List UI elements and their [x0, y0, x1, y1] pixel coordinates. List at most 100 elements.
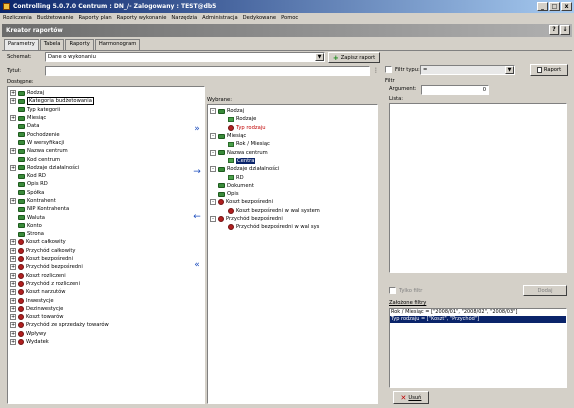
tree-node[interactable]: + Kontrahent	[10, 197, 109, 205]
expand-icon[interactable]: +	[10, 339, 16, 346]
tree-node[interactable]: - Rodzaje działalności	[210, 165, 320, 173]
schemat-select[interactable]: Dane o wykonaniu ▼	[45, 52, 325, 62]
ellipsis-icon[interactable]: ⋮	[373, 67, 379, 74]
add-all-button[interactable]: »	[190, 122, 204, 136]
filter-row[interactable]: Typ rodzaju = ["Koszt", "Przychód"]	[390, 316, 566, 323]
applied-filters-list[interactable]: Rok / Miesiąc = ["2008/01", "2008/02", "…	[389, 308, 567, 388]
expand-icon[interactable]: +	[10, 330, 16, 337]
tree-node[interactable]: Data	[10, 122, 109, 130]
tree-node[interactable]: Centra	[210, 157, 320, 165]
expand-icon[interactable]: +	[10, 90, 16, 97]
menu-pomoc[interactable]: Pomoc	[281, 15, 298, 21]
collapse-icon[interactable]: -	[210, 149, 216, 156]
menu-dedykowane[interactable]: Dedykowane	[243, 15, 276, 21]
tree-node[interactable]: Przychód bezpośredni w wal sys	[210, 223, 320, 231]
tree-node[interactable]: - Koszt bezpośredni	[210, 198, 320, 206]
add-button[interactable]: →	[190, 165, 204, 179]
tree-node[interactable]: Konto	[10, 222, 109, 230]
tree-node[interactable]: + Przychód ze sprzedaży towarów	[10, 321, 109, 329]
tab-raporty[interactable]: Raporty	[65, 39, 94, 50]
tree-node[interactable]: - Nazwa centrum	[210, 148, 320, 156]
tree-node[interactable]: Kod RD	[10, 172, 109, 180]
filter-type-select[interactable]: = ▼	[420, 65, 515, 75]
expand-icon[interactable]: +	[10, 256, 16, 263]
lista-box[interactable]	[389, 103, 567, 273]
tree-node[interactable]: Waluta	[10, 213, 109, 221]
tytul-input[interactable]	[45, 66, 370, 76]
collapse-icon[interactable]: -	[210, 216, 216, 222]
tree-node[interactable]: + Koszt narzutów	[10, 288, 109, 296]
tree-node[interactable]: Koszt bezpośredni w wal system	[210, 207, 320, 215]
tree-node[interactable]: + Przychód z rozliczeni	[10, 280, 109, 288]
expand-icon[interactable]: +	[10, 297, 16, 304]
tree-node[interactable]: - Rodzaj	[210, 107, 320, 115]
expand-icon[interactable]: +	[10, 305, 16, 312]
expand-icon[interactable]: +	[10, 198, 16, 204]
expand-icon[interactable]: +	[10, 280, 16, 287]
help-button[interactable]: ?	[549, 25, 559, 35]
tree-node[interactable]: + Wpływy	[10, 330, 109, 338]
collapse-icon[interactable]: -	[210, 199, 216, 206]
tree-node[interactable]: + Wydatek	[10, 338, 109, 346]
menu-narzedzia[interactable]: Narzędzia	[171, 15, 197, 21]
remove-button[interactable]: ←	[190, 210, 204, 224]
tree-node[interactable]: Pochodzenie	[10, 130, 109, 138]
minimize-button[interactable]: _	[537, 2, 548, 11]
tree-node[interactable]: Rok / Miesiąc	[210, 140, 320, 148]
pin-button[interactable]: ↓	[560, 25, 570, 35]
filter-only-checkbox[interactable]	[389, 287, 396, 294]
argument-input[interactable]: 0	[421, 85, 489, 95]
chevron-down-icon[interactable]: ▼	[505, 66, 514, 74]
expand-icon[interactable]: +	[10, 164, 16, 171]
tab-tabela[interactable]: Tabela	[39, 39, 65, 50]
expand-icon[interactable]: +	[10, 115, 16, 122]
menu-raporty-wykonanie[interactable]: Raporty wykonanie	[117, 15, 167, 21]
save-report-button[interactable]: + Zapisz raport	[328, 52, 380, 63]
expand-icon[interactable]: +	[10, 289, 16, 296]
collapse-icon[interactable]: -	[210, 133, 216, 140]
tree-node[interactable]: + Koszt towarów	[10, 313, 109, 321]
tree-node[interactable]: Strona	[10, 230, 109, 238]
chevron-down-icon[interactable]: ▼	[315, 53, 324, 61]
tree-node[interactable]: + Nazwa centrum	[10, 147, 109, 155]
tree-node[interactable]: + Koszt całkowity	[10, 238, 109, 246]
expand-icon[interactable]: +	[10, 272, 16, 279]
maximize-button[interactable]: □	[549, 2, 560, 11]
tree-node[interactable]: Opis RD	[10, 180, 109, 188]
close-button[interactable]: x	[561, 2, 572, 11]
filter-row[interactable]: Rok / Miesiąc = ["2008/01", "2008/02", "…	[390, 309, 566, 316]
tree-node[interactable]: Typ kategorii	[10, 106, 109, 114]
tree-node[interactable]: - Miesiąc	[210, 132, 320, 140]
tree-node[interactable]: - Przychód bezpośredni	[210, 215, 320, 223]
tree-node[interactable]: + Przychód bezpośredni	[10, 263, 109, 271]
menu-budzetowanie[interactable]: Budżetowanie	[37, 15, 74, 21]
tree-node[interactable]: RD	[210, 173, 320, 181]
tree-node[interactable]: NIP Kontrahenta	[10, 205, 109, 213]
menu-administracja[interactable]: Administracja	[202, 15, 238, 21]
expand-icon[interactable]: +	[10, 322, 16, 329]
tree-node[interactable]: Spółka	[10, 189, 109, 197]
remove-all-button[interactable]: «	[190, 258, 204, 272]
expand-icon[interactable]: +	[10, 148, 16, 155]
selected-fields-tree[interactable]: - Rodzaj Rodzaje Typ rodzaju - Miesiąc Rok / M…	[207, 104, 378, 404]
tree-node[interactable]: Typ rodzaju	[210, 124, 320, 132]
filter-type-checkbox[interactable]	[385, 66, 392, 73]
tree-node[interactable]: + Koszt bezpośredni	[10, 255, 109, 263]
tab-parametry[interactable]: Parametry	[4, 39, 39, 50]
available-fields-tree[interactable]: + Rodzaj + Kategoria budżetowania Typ katego…	[7, 86, 205, 404]
tree-node[interactable]: + Rodzaj	[10, 89, 109, 97]
tree-node[interactable]: W wersyfikacji	[10, 139, 109, 147]
tree-node[interactable]: + Koszt rozliczeni	[10, 272, 109, 280]
menu-rozliczenia[interactable]: Rozliczenia	[3, 15, 32, 21]
tree-node[interactable]: Dokument	[210, 182, 320, 190]
expand-icon[interactable]: +	[10, 239, 16, 246]
tree-node[interactable]: Kod centrum	[10, 155, 109, 163]
tree-node[interactable]: + Rodzaje działalności	[10, 164, 109, 172]
tree-node[interactable]: + Przychód całkowity	[10, 247, 109, 255]
expand-icon[interactable]: +	[10, 264, 16, 271]
collapse-icon[interactable]: -	[210, 108, 216, 115]
expand-icon[interactable]: +	[10, 247, 16, 254]
tree-node[interactable]: + Dezinwestycje	[10, 305, 109, 313]
report-button[interactable]: Raport	[530, 64, 568, 76]
expand-icon[interactable]: +	[10, 314, 16, 321]
